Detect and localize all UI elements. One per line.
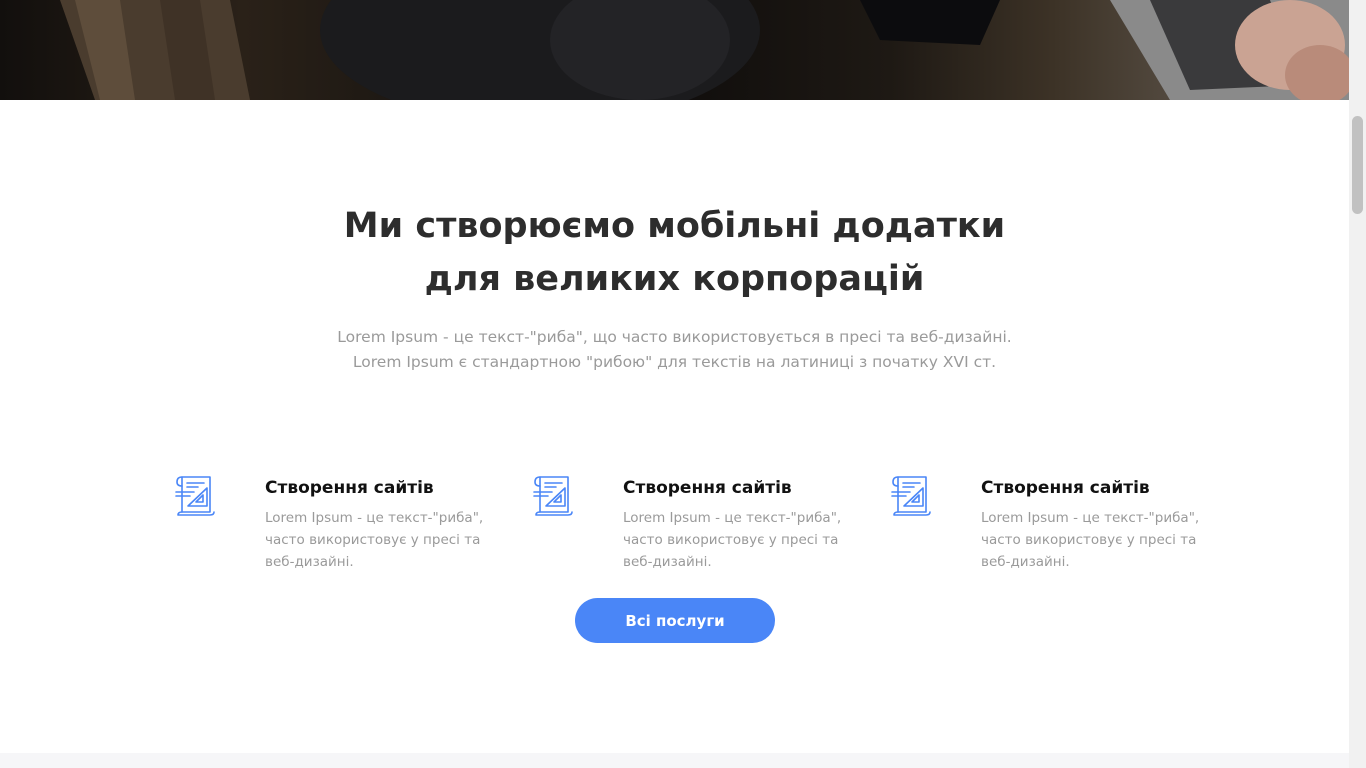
lead-line: Lorem Ipsum є стандартною "рибою" для те… [352, 353, 997, 371]
hero-image [0, 0, 1349, 100]
service-title: Створення сайтів [981, 478, 1150, 498]
service-description: Lorem Ipsum - це текст-"риба", часто вик… [265, 510, 484, 570]
blueprint-icon [532, 474, 576, 518]
service-description: Lorem Ipsum - це текст-"риба", часто вик… [623, 510, 842, 570]
service-card: Створення сайтів Lorem Ipsum - це текст-… [532, 474, 841, 584]
service-description: Lorem Ipsum - це текст-"риба", часто вик… [981, 510, 1200, 570]
scrollbar-thumb[interactable] [1352, 116, 1363, 214]
all-services-button[interactable]: Всі послуги [575, 598, 775, 643]
next-section-band [0, 753, 1349, 768]
service-title: Створення сайтів [265, 478, 434, 498]
lead-line: Lorem Ipsum - це текст-"риба", що часто … [337, 328, 1012, 346]
hero-photo-illustration [60, 0, 1349, 100]
service-title: Створення сайтів [623, 478, 792, 498]
service-card: Створення сайтів Lorem Ipsum - це текст-… [890, 474, 1199, 584]
page-scrollbar[interactable] [1349, 0, 1366, 768]
section-title: Ми створюємо мобільні додатки для велики… [343, 206, 1006, 299]
blueprint-icon [890, 474, 934, 518]
service-card: Створення сайтів Lorem Ipsum - це текст-… [174, 474, 483, 584]
blueprint-icon [174, 474, 218, 518]
section-lead: Lorem Ipsum - це текст-"риба", що часто … [280, 325, 1069, 375]
